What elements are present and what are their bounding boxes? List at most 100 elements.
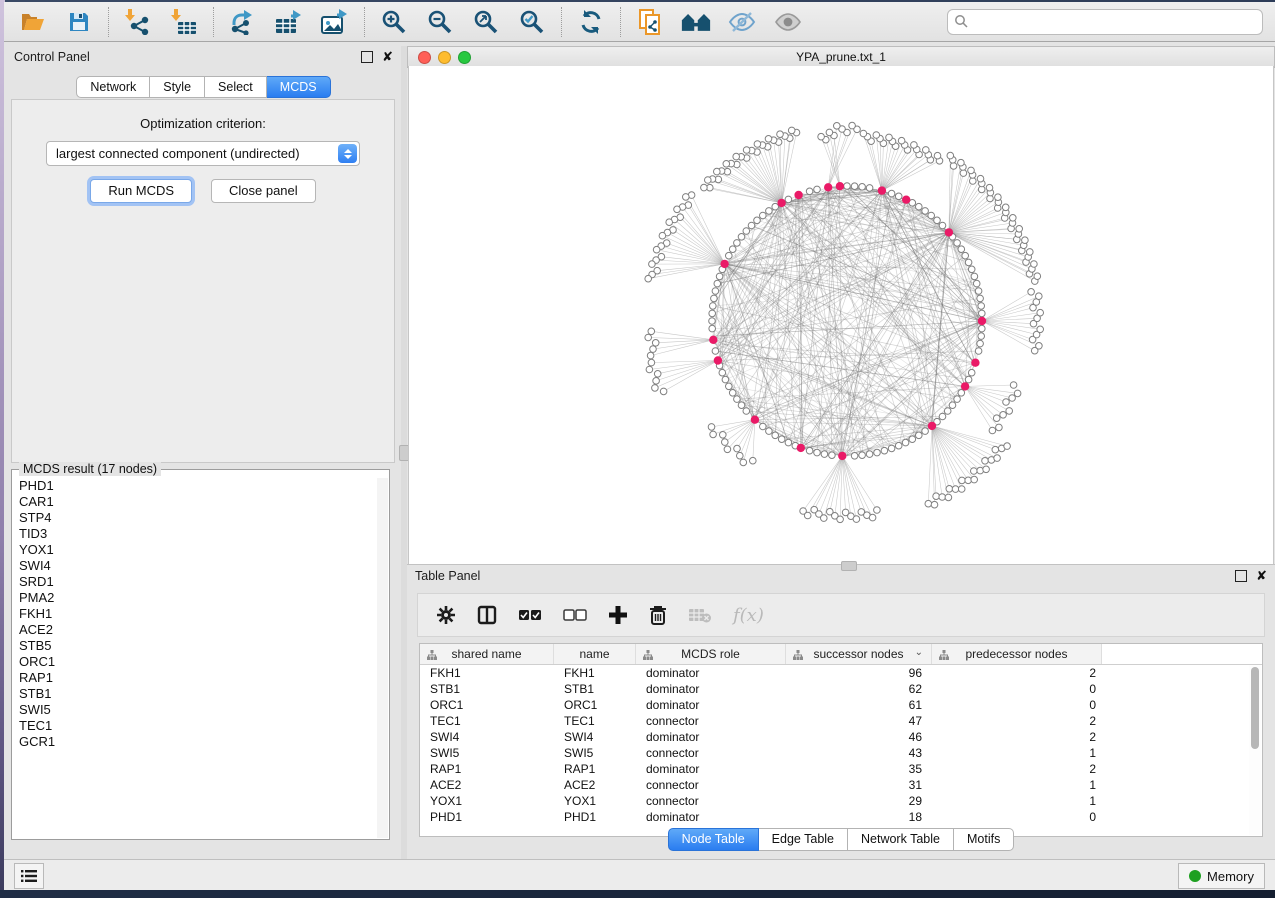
mcds-result-item[interactable]: PMA2 (13, 590, 377, 606)
sort-descending-icon[interactable]: ⌄ (915, 647, 923, 658)
export-network-icon[interactable] (228, 7, 258, 37)
table-row[interactable]: FKH1FKH1dominator962 (420, 665, 1262, 681)
table-cell: PHD1 (420, 809, 554, 825)
table-scrollbar[interactable] (1249, 665, 1261, 835)
mcds-result-item[interactable]: SWI4 (13, 558, 377, 574)
save-session-icon[interactable] (64, 7, 94, 37)
mcds-result-item[interactable]: TID3 (13, 526, 377, 542)
mcds-result-scrollbar[interactable] (377, 478, 388, 838)
table-row[interactable]: PHD1PHD1dominator180 (420, 809, 1262, 825)
mcds-result-item[interactable]: PHD1 (13, 478, 377, 494)
zoom-selected-icon[interactable] (517, 7, 547, 37)
mcds-result-item[interactable]: ORC1 (13, 654, 377, 670)
zoom-fit-icon[interactable] (471, 7, 501, 37)
float-panel-icon[interactable] (1235, 570, 1247, 582)
export-table-icon[interactable] (274, 7, 304, 37)
delete-row-icon[interactable] (649, 605, 667, 625)
cytoscape-window: Control Panel ✘ Network Style Select MCD… (4, 2, 1275, 890)
table-row[interactable]: TEC1TEC1connector472 (420, 713, 1262, 729)
mcds-result-item[interactable]: SRD1 (13, 574, 377, 590)
table-cell: dominator (636, 665, 786, 681)
column-header-mcds-role[interactable]: MCDS role (636, 644, 786, 664)
tab-motifs[interactable]: Motifs (954, 828, 1014, 851)
columns-icon[interactable] (477, 605, 497, 625)
column-header-shared-name[interactable]: shared name (420, 644, 554, 664)
mcds-result-item[interactable]: GCR1 (13, 734, 377, 750)
delete-table-icon[interactable] (688, 607, 712, 623)
import-network-icon[interactable] (123, 7, 153, 37)
task-history-button[interactable] (14, 863, 44, 889)
mcds-result-item[interactable]: TEC1 (13, 718, 377, 734)
zoom-in-icon[interactable] (379, 7, 409, 37)
table-row[interactable]: SWI4SWI4dominator462 (420, 729, 1262, 745)
export-image-icon[interactable] (320, 7, 350, 37)
table-cell: YOX1 (420, 793, 554, 809)
mcds-result-item[interactable]: ACE2 (13, 622, 377, 638)
network-window-titlebar[interactable]: YPA_prune.txt_1 (407, 46, 1275, 68)
float-panel-icon[interactable] (361, 51, 373, 63)
column-label: shared name (451, 647, 521, 661)
tab-node-table[interactable]: Node Table (668, 828, 759, 851)
mcds-result-item[interactable]: RAP1 (13, 670, 377, 686)
table-row[interactable]: SWI5SWI5connector431 (420, 745, 1262, 761)
search-input[interactable] (947, 9, 1263, 35)
mcds-result-item[interactable]: CAR1 (13, 494, 377, 510)
zoom-out-icon[interactable] (425, 7, 455, 37)
network-canvas[interactable] (408, 66, 1274, 564)
table-row[interactable]: STB1STB1dominator620 (420, 681, 1262, 697)
splitter-grip[interactable] (841, 561, 857, 571)
table-cell: 1 (932, 777, 1102, 793)
tab-edge-table[interactable]: Edge Table (759, 828, 848, 851)
optimization-criterion-select[interactable]: largest connected component (undirected) (46, 141, 360, 166)
table-scrollbar-thumb[interactable] (1251, 667, 1259, 749)
function-builder-icon[interactable]: f(x) (733, 605, 764, 626)
table-row[interactable]: RAP1RAP1dominator352 (420, 761, 1262, 777)
import-table-icon[interactable] (169, 7, 199, 37)
close-panel-icon[interactable]: ✘ (1256, 571, 1267, 581)
memory-button[interactable]: Memory (1178, 863, 1265, 889)
table-row[interactable]: ACE2ACE2connector311 (420, 777, 1262, 793)
add-row-icon[interactable] (608, 605, 628, 625)
network-window-title: YPA_prune.txt_1 (408, 50, 1274, 64)
table-cell: FKH1 (420, 665, 554, 681)
node-table: shared name name MCDS role successor nod… (419, 643, 1263, 837)
open-file-icon[interactable] (18, 7, 48, 37)
hide-selected-icon[interactable] (727, 7, 757, 37)
table-panel: Table Panel ✘ (407, 564, 1275, 860)
unselect-all-icon[interactable] (563, 609, 587, 621)
column-header-name[interactable]: name (554, 644, 636, 664)
table-cell: 35 (786, 761, 932, 777)
tab-select[interactable]: Select (205, 76, 267, 98)
tab-network[interactable]: Network (76, 76, 150, 98)
mcds-result-item[interactable]: STB1 (13, 686, 377, 702)
first-neighbors-icon[interactable] (681, 7, 711, 37)
table-row[interactable]: ORC1ORC1dominator610 (420, 697, 1262, 713)
run-mcds-button[interactable]: Run MCDS (90, 179, 192, 203)
mcds-result-list[interactable]: PHD1CAR1STP4TID3YOX1SWI4SRD1PMA2FKH1ACE2… (13, 478, 377, 838)
tab-network-table[interactable]: Network Table (848, 828, 954, 851)
close-panel-icon[interactable]: ✘ (382, 52, 393, 62)
table-cell: SWI5 (420, 745, 554, 761)
search-box (947, 9, 1263, 35)
tab-mcds[interactable]: MCDS (267, 76, 331, 98)
mcds-result-item[interactable]: STB5 (13, 638, 377, 654)
mcds-result-item[interactable]: SWI5 (13, 702, 377, 718)
column-header-successor-nodes[interactable]: successor nodes ⌄ (786, 644, 932, 664)
mcds-result-item[interactable]: YOX1 (13, 542, 377, 558)
table-cell: 47 (786, 713, 932, 729)
tab-style[interactable]: Style (150, 76, 205, 98)
gear-icon[interactable] (436, 605, 456, 625)
table-cell: 2 (932, 761, 1102, 777)
mcds-result-title: MCDS result (17 nodes) (19, 462, 161, 476)
apply-layout-icon[interactable] (576, 7, 606, 37)
column-header-predecessor-nodes[interactable]: predecessor nodes (932, 644, 1102, 664)
mcds-result-group: MCDS result (17 nodes) PHD1CAR1STP4TID3Y… (11, 469, 390, 840)
show-all-icon[interactable] (773, 7, 803, 37)
select-all-icon[interactable] (518, 609, 542, 621)
column-header-filler (1102, 644, 1262, 664)
close-panel-button[interactable]: Close panel (211, 179, 316, 203)
duplicate-network-icon[interactable] (635, 7, 665, 37)
table-row[interactable]: YOX1YOX1connector291 (420, 793, 1262, 809)
mcds-result-item[interactable]: FKH1 (13, 606, 377, 622)
mcds-result-item[interactable]: STP4 (13, 510, 377, 526)
